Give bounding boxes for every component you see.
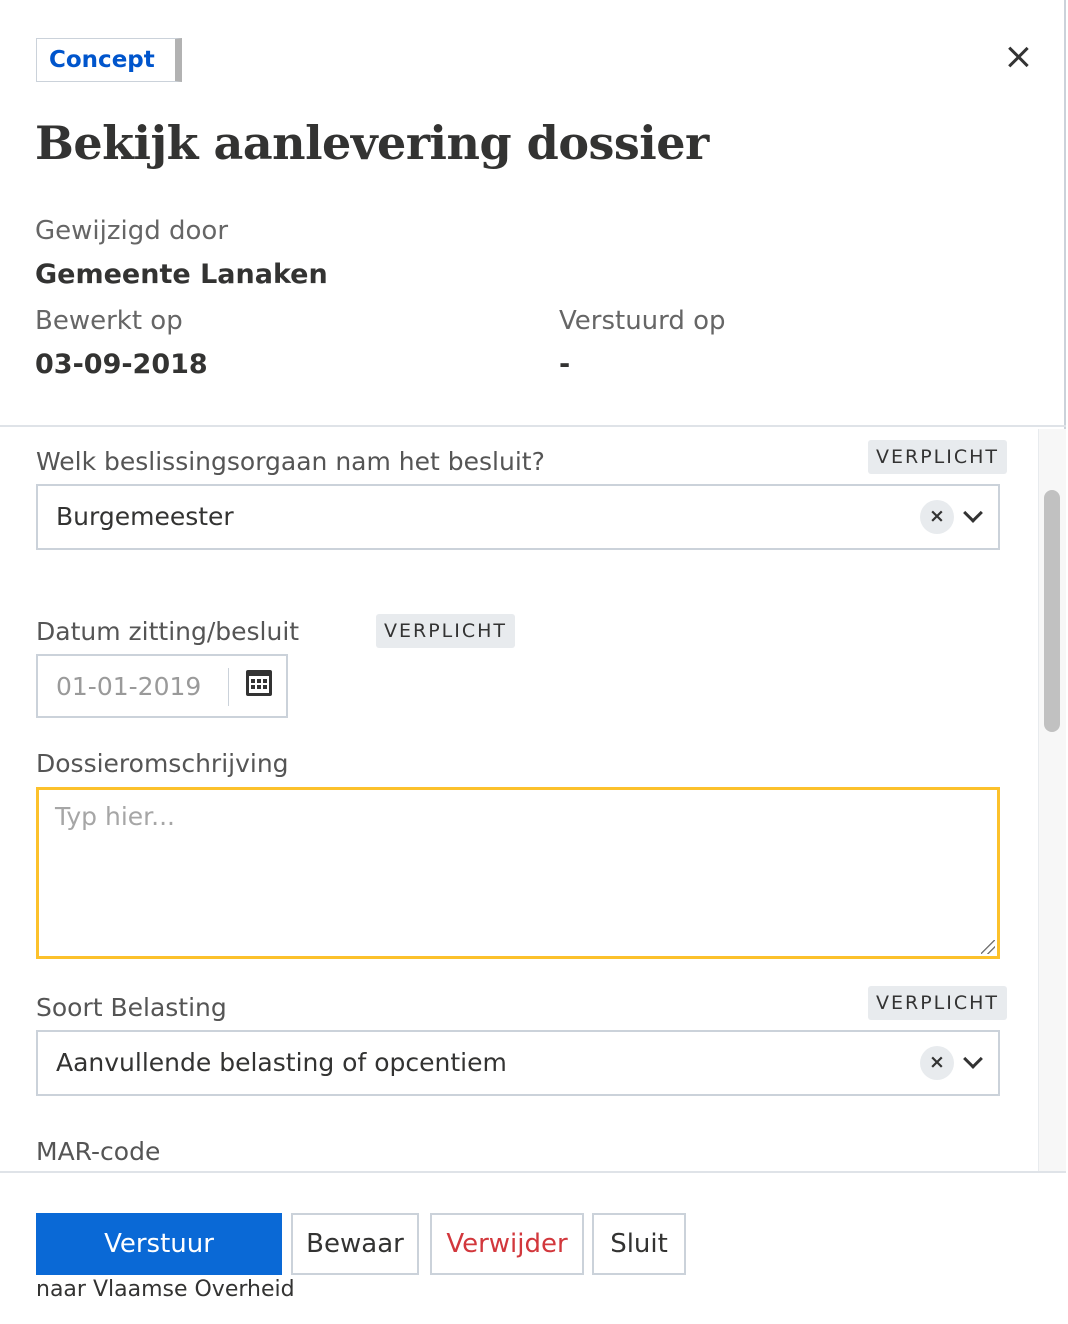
decision-date-label: Datum zitting/besluit [36,617,300,646]
scrollbar-thumb[interactable] [1044,490,1060,732]
description-placeholder: Typ hier... [55,802,175,831]
save-button[interactable]: Bewaar [291,1213,419,1275]
decision-body-value: Burgemeester [56,502,234,531]
delete-button[interactable]: Verwijder [430,1213,584,1275]
side-panel: Concept Bekijk aanlevering dossier Gewij… [0,0,1066,1324]
chevron-down-icon[interactable] [963,503,983,523]
close-icon[interactable] [1000,38,1036,74]
edited-on-value: 03-09-2018 [35,349,208,380]
page-title: Bekijk aanlevering dossier [35,116,709,170]
status-badge: Concept [36,38,182,82]
panel-header: Concept Bekijk aanlevering dossier Gewij… [0,0,1066,427]
panel-footer: Verstuur Bewaar Verwijder Sluit naar Vla… [0,1171,1066,1324]
modified-by-label: Gewijzigd door [35,216,229,246]
chevron-down-icon[interactable] [963,1049,983,1069]
resize-handle-icon[interactable] [981,940,995,954]
edited-on-label: Bewerkt op [35,306,183,336]
sent-on-value: - [559,349,571,380]
tax-type-select[interactable]: Aanvullende belasting of opcentiem × [36,1030,1000,1096]
decision-body-label: Welk beslissingsorgaan nam het besluit? [36,447,545,476]
mar-code-label: MAR-code [36,1137,161,1166]
date-field-divider [228,668,229,706]
decision-body-select[interactable]: Burgemeester × [36,484,1000,550]
tax-type-label: Soort Belasting [36,993,227,1022]
decision-date-input[interactable]: 01-01-2019 [56,672,201,701]
decision-date-field[interactable]: 01-01-2019 [36,654,288,718]
form-scroll-area[interactable]: Welk beslissingsorgaan nam het besluit? … [0,429,1038,1171]
required-badge: VERPLICHT [868,440,1008,474]
send-button[interactable]: Verstuur [36,1213,282,1275]
close-button[interactable]: Sluit [592,1213,686,1275]
description-label: Dossieromschrijving [36,749,289,778]
clear-icon[interactable]: × [920,1046,954,1080]
required-badge: VERPLICHT [868,986,1008,1020]
tax-type-value: Aanvullende belasting of opcentiem [56,1048,507,1077]
send-note: naar Vlaamse Overheid [36,1277,295,1302]
modified-by-value: Gemeente Lanaken [35,259,328,290]
required-badge: VERPLICHT [376,614,516,648]
description-textarea[interactable]: Typ hier... [36,787,1000,959]
sent-on-label: Verstuurd op [559,306,726,336]
clear-icon[interactable]: × [920,500,954,534]
calendar-icon[interactable] [246,670,272,696]
